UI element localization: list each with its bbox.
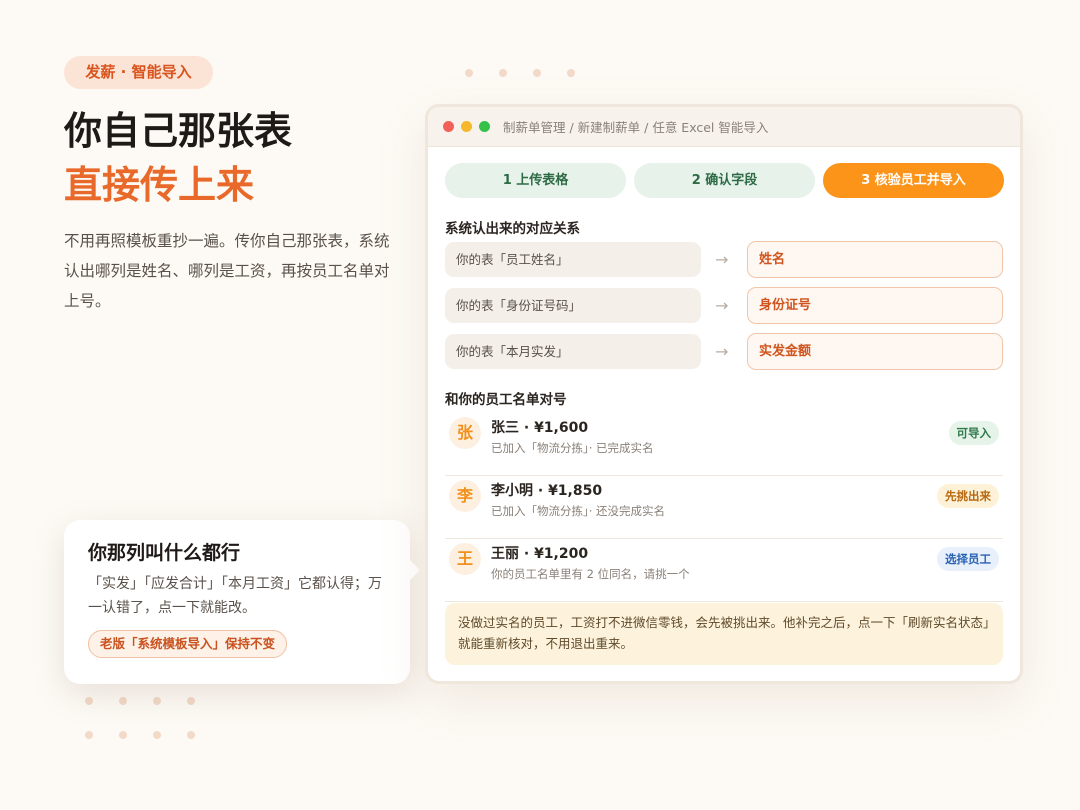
hero-description: 不用再照模板重抄一遍。传你自己那张表，系统认出哪列是姓名、哪列是工资，再按员工名… bbox=[64, 232, 390, 310]
employee-row: 张 张三 · ¥1,600 已加入「物流分拣」· 已完成实名 可导入 bbox=[445, 413, 1003, 476]
avatar: 王 bbox=[449, 543, 481, 575]
realname-notice: 没做过实名的员工，工资打不进微信零钱，会先被挑出来。他补完之后，点一下「刷新实名… bbox=[445, 603, 1003, 665]
app-window: 制薪单管理 / 新建制薪单 / 任意 Excel 智能导入 1 上传表格 2 确… bbox=[425, 104, 1023, 684]
mapping-target-select[interactable]: 身份证号 bbox=[747, 287, 1003, 324]
import-steps: 1 上传表格 2 确认字段 3 核验员工并导入 bbox=[445, 163, 1004, 198]
mapping-target-select[interactable]: 姓名 bbox=[747, 241, 1003, 278]
select-employee-button[interactable]: 选择员工 bbox=[937, 547, 999, 571]
window-titlebar: 制薪单管理 / 新建制薪单 / 任意 Excel 智能导入 bbox=[428, 107, 1020, 147]
arrow-right-icon: → bbox=[715, 342, 729, 361]
roster-title: 和你的员工名单对号 bbox=[445, 392, 567, 408]
employee-name: 李小明 · ¥1,850 bbox=[491, 483, 603, 499]
employee-name: 王丽 · ¥1,200 bbox=[491, 546, 589, 562]
employee-detail: 已加入「物流分拣」· 还没完成实名 bbox=[491, 504, 666, 518]
step-verify-import[interactable]: 3 核验员工并导入 bbox=[823, 163, 1004, 198]
mapping-title: 系统认出来的对应关系 bbox=[445, 221, 580, 237]
hero-title-line2: 直接传上来 bbox=[64, 162, 255, 207]
callout-card: 你那列叫什么都行 「实发」「应发合计」「本月工资」它都认得；万一认错了，点一下就… bbox=[64, 520, 420, 684]
employee-row: 王 王丽 · ¥1,200 你的员工名单里有 2 位同名，请挑一个 选择员工 bbox=[445, 539, 1003, 602]
callout-title: 你那列叫什么都行 bbox=[88, 542, 241, 564]
step-confirm-fields[interactable]: 2 确认字段 bbox=[634, 163, 815, 198]
minimize-window-icon[interactable] bbox=[461, 121, 472, 132]
employee-name: 张三 · ¥1,600 bbox=[491, 420, 589, 436]
step-upload[interactable]: 1 上传表格 bbox=[445, 163, 626, 198]
employee-detail: 你的员工名单里有 2 位同名，请挑一个 bbox=[491, 567, 690, 581]
mapping-row: 你的表「身份证号码」 → 身份证号 bbox=[445, 287, 1003, 325]
breadcrumb: 制薪单管理 / 新建制薪单 / 任意 Excel 智能导入 bbox=[503, 120, 769, 135]
status-badge: 可导入 bbox=[948, 421, 999, 445]
close-window-icon[interactable] bbox=[443, 121, 454, 132]
arrow-right-icon: → bbox=[715, 296, 729, 315]
employee-row: 李 李小明 · ¥1,850 已加入「物流分拣」· 还没完成实名 先挑出来 bbox=[445, 476, 1003, 539]
hero-title: 你自己那张表 直接传上来 bbox=[64, 104, 292, 212]
employee-detail: 已加入「物流分拣」· 已完成实名 bbox=[491, 441, 654, 455]
arrow-right-icon: → bbox=[715, 250, 729, 269]
legacy-import-tag: 老版「系统模板导入」保持不变 bbox=[88, 630, 288, 658]
mapping-source: 你的表「身份证号码」 bbox=[445, 288, 701, 323]
mapping-source: 你的表「本月实发」 bbox=[445, 334, 701, 369]
avatar: 李 bbox=[449, 480, 481, 512]
mapping-source: 你的表「员工姓名」 bbox=[445, 242, 701, 277]
callout-text: 「实发」「应发合计」「本月工资」它都认得；万一认错了，点一下就能改。 bbox=[88, 576, 382, 616]
mapping-row: 你的表「本月实发」 → 实发金额 bbox=[445, 333, 1003, 371]
maximize-window-icon[interactable] bbox=[479, 121, 490, 132]
avatar: 张 bbox=[449, 417, 481, 449]
hero-title-line1: 你自己那张表 bbox=[64, 108, 293, 153]
mapping-target-select[interactable]: 实发金额 bbox=[747, 333, 1003, 370]
feature-badge: 发薪 · 智能导入 bbox=[64, 56, 213, 89]
mapping-row: 你的表「员工姓名」 → 姓名 bbox=[445, 241, 1003, 279]
status-badge: 先挑出来 bbox=[937, 484, 999, 508]
